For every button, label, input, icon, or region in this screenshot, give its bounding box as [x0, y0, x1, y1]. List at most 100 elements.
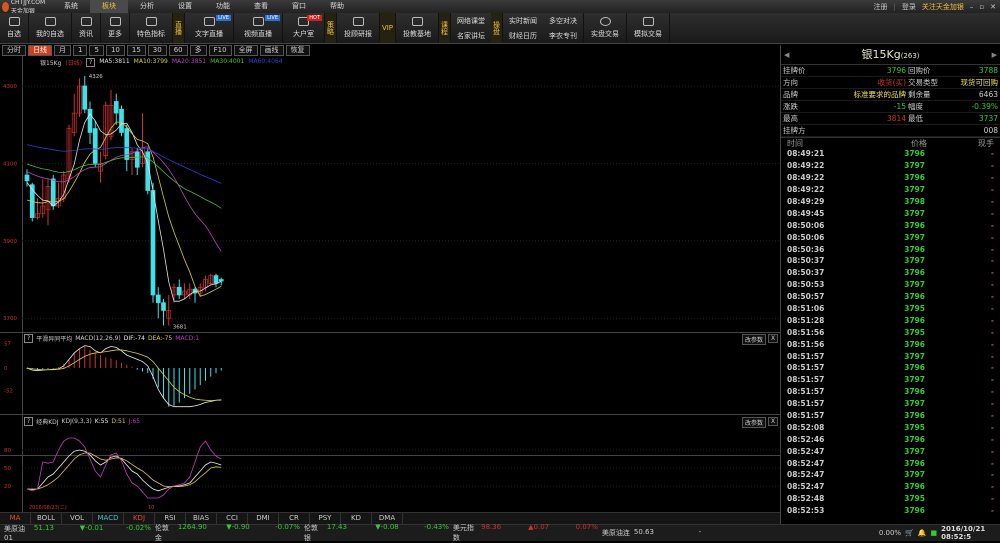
next-arrow-icon[interactable]: ▶	[992, 45, 997, 65]
chart-tool-button[interactable]: F10	[208, 45, 232, 56]
menu-item[interactable]: 功能	[204, 0, 242, 13]
chart-tool-button[interactable]: 全屏	[233, 45, 258, 56]
news-link[interactable]: 实时新闻	[509, 16, 537, 26]
tick-price: 3796	[904, 411, 925, 421]
prev-arrow-icon[interactable]: ◀	[784, 45, 789, 65]
indicator-tab-macd[interactable]: MACD	[93, 513, 124, 524]
macd-value: MACD:1	[175, 335, 200, 342]
menu-item[interactable]: 板块	[90, 0, 128, 13]
macd-y-tick: 0	[4, 366, 8, 372]
chart-tool-button[interactable]: 恢复	[285, 45, 310, 56]
cart-icon[interactable]: 🛒	[905, 529, 914, 537]
macd-close-button[interactable]: X	[768, 334, 779, 343]
chart-area[interactable]: 4300 4100 3900 3700 4326 3681 57 0 -52 80 50 20 2016…	[0, 56, 780, 512]
register-link[interactable]: 注册	[874, 2, 888, 12]
kdj-help-button[interactable]: ?	[24, 417, 34, 426]
live-button[interactable]: 大户室 HOT	[283, 13, 325, 43]
menu-item[interactable]: 分析	[128, 0, 166, 13]
kdj-close-button[interactable]: X	[768, 417, 779, 426]
tick-time: 08:51:57	[787, 363, 825, 373]
toolbar-button[interactable]: 更多	[101, 13, 130, 43]
tick-row: 08:52:53 3796 -	[781, 505, 1000, 517]
tick-time: 08:49:29	[787, 197, 825, 206]
menu-item[interactable]: 窗口	[280, 0, 318, 13]
chart-tool-button[interactable]: 15	[126, 45, 146, 56]
indicator-tab-boll[interactable]: BOLL	[31, 513, 62, 524]
follow-link[interactable]: 关注天金加银	[922, 2, 964, 12]
menu-item[interactable]: 查看	[242, 0, 280, 13]
ticker-change: -	[698, 528, 702, 536]
ticker-item[interactable]: 伦敦金 1264.90 ▼-0.90 -0.07%	[151, 523, 300, 543]
tick-time: 08:52:47	[787, 482, 825, 492]
toolbar-label: 特色指标	[137, 30, 165, 38]
chart-tool-button[interactable]: 月	[54, 45, 71, 56]
menu-item[interactable]: 设置	[166, 0, 204, 13]
info-label: 方向	[783, 78, 798, 87]
ticker-name: 伦敦银	[303, 524, 318, 542]
toolbar-button[interactable]: 我的自选	[29, 13, 72, 43]
chart-tool-button[interactable]: 分时	[2, 45, 26, 56]
macd-params-button[interactable]: 改参数	[742, 334, 767, 345]
bell-icon[interactable]: 🔔	[918, 529, 927, 537]
login-link[interactable]: 登录	[902, 2, 916, 12]
minimize-button[interactable]: –	[970, 3, 974, 11]
news-link[interactable]: 财经日历	[509, 31, 537, 41]
ticker-item[interactable]: 伦敦银 17.43 ▼-0.08 -0.43%	[300, 523, 449, 543]
tick-volume: -	[990, 268, 994, 278]
tick-price: 3797	[904, 351, 925, 361]
kdj-params-button[interactable]: 改参数	[742, 417, 767, 428]
duel-link[interactable]: 多空对决	[549, 16, 577, 26]
maximize-button[interactable]: ▫	[979, 3, 984, 11]
ticker-item[interactable]: 美元指数 98.36 ▲0.07 0.07%	[449, 523, 598, 543]
tick-row: 08:49:22 3797 -	[781, 160, 1000, 172]
chart-tool-button[interactable]: 10	[105, 45, 125, 56]
tick-time: 08:52:47	[787, 470, 825, 480]
edu-button[interactable]: 投教基地	[396, 13, 439, 43]
vip-tag: VIP	[380, 13, 396, 43]
dea-line	[26, 349, 222, 402]
indicator-tab-ma[interactable]: MA	[0, 513, 31, 524]
menu-item[interactable]: 帮助	[318, 0, 356, 13]
toolbar-button[interactable]: 自选	[0, 13, 29, 43]
close-window-button[interactable]: ✕	[990, 3, 996, 11]
tick-time: 08:50:06	[787, 220, 825, 230]
help-button[interactable]: ?	[86, 58, 96, 67]
chart-tool-button[interactable]: 画线	[259, 45, 284, 56]
tick-time: 08:50:37	[787, 256, 825, 266]
tick-volume: -	[990, 470, 994, 480]
tick-time: 08:49:22	[787, 185, 825, 195]
course-link[interactable]: 网络课堂	[457, 16, 485, 26]
indicator-tab-vol[interactable]: VOL	[62, 513, 93, 524]
toolbar-button[interactable]: 特色指标	[130, 13, 173, 43]
ticker-item[interactable]: 美原油连 50.63 -	[598, 528, 729, 538]
chart-tool-button[interactable]: 1	[73, 45, 88, 56]
chart-tool-button[interactable]: 30	[147, 45, 167, 56]
tick-price: 3797	[904, 470, 925, 480]
info-row: 品牌 标准要求的品牌 剩余量 6463	[781, 89, 1000, 101]
tick-volume: -	[990, 173, 994, 183]
tick-row: 08:51:57 3797 -	[781, 398, 1000, 410]
research-button[interactable]: 投顾研报	[337, 13, 380, 43]
menu-item[interactable]: 系统	[52, 0, 90, 13]
toolbar-label: 实盘交易	[591, 30, 619, 38]
sim-trade-button[interactable]: 模拟交易	[627, 13, 670, 43]
real-trade-button[interactable]: 实盘交易	[584, 13, 627, 43]
chart-tool-button[interactable]: 日线	[28, 45, 52, 56]
chart-tool-button[interactable]: 多	[189, 45, 207, 56]
duel-link[interactable]: 李农专刊	[549, 31, 577, 41]
main-toolbar: 自选 我的自选 资讯 更多 特色指标 直播 文字直播 LIVE 视频直播 LIVE 大户室 HOT 策略…	[0, 13, 1000, 44]
ticker-item[interactable]: 美原油01 51.13 ▼-0.01 -0.02%	[0, 524, 151, 542]
toolbar-label: 投教基地	[403, 30, 431, 38]
tick-time: 08:52:47	[787, 446, 825, 456]
tick-price: 3795	[904, 327, 925, 337]
tick-row: 08:51:56 3795 -	[781, 326, 1000, 338]
live-button[interactable]: 文字直播 LIVE	[185, 13, 234, 43]
chart-tool-button[interactable]: 60	[168, 45, 188, 56]
tick-row: 08:52:08 3795 -	[781, 421, 1000, 433]
macd-help-button[interactable]: ?	[24, 334, 34, 343]
course-link[interactable]: 名家讲坛	[457, 31, 485, 41]
toolbar-button[interactable]: 资讯	[72, 13, 101, 43]
chart-tool-button[interactable]: 5	[89, 45, 104, 56]
live-button[interactable]: 视频直播 LIVE	[234, 13, 283, 43]
tick-row: 08:49:21 3796 -	[781, 148, 1000, 160]
